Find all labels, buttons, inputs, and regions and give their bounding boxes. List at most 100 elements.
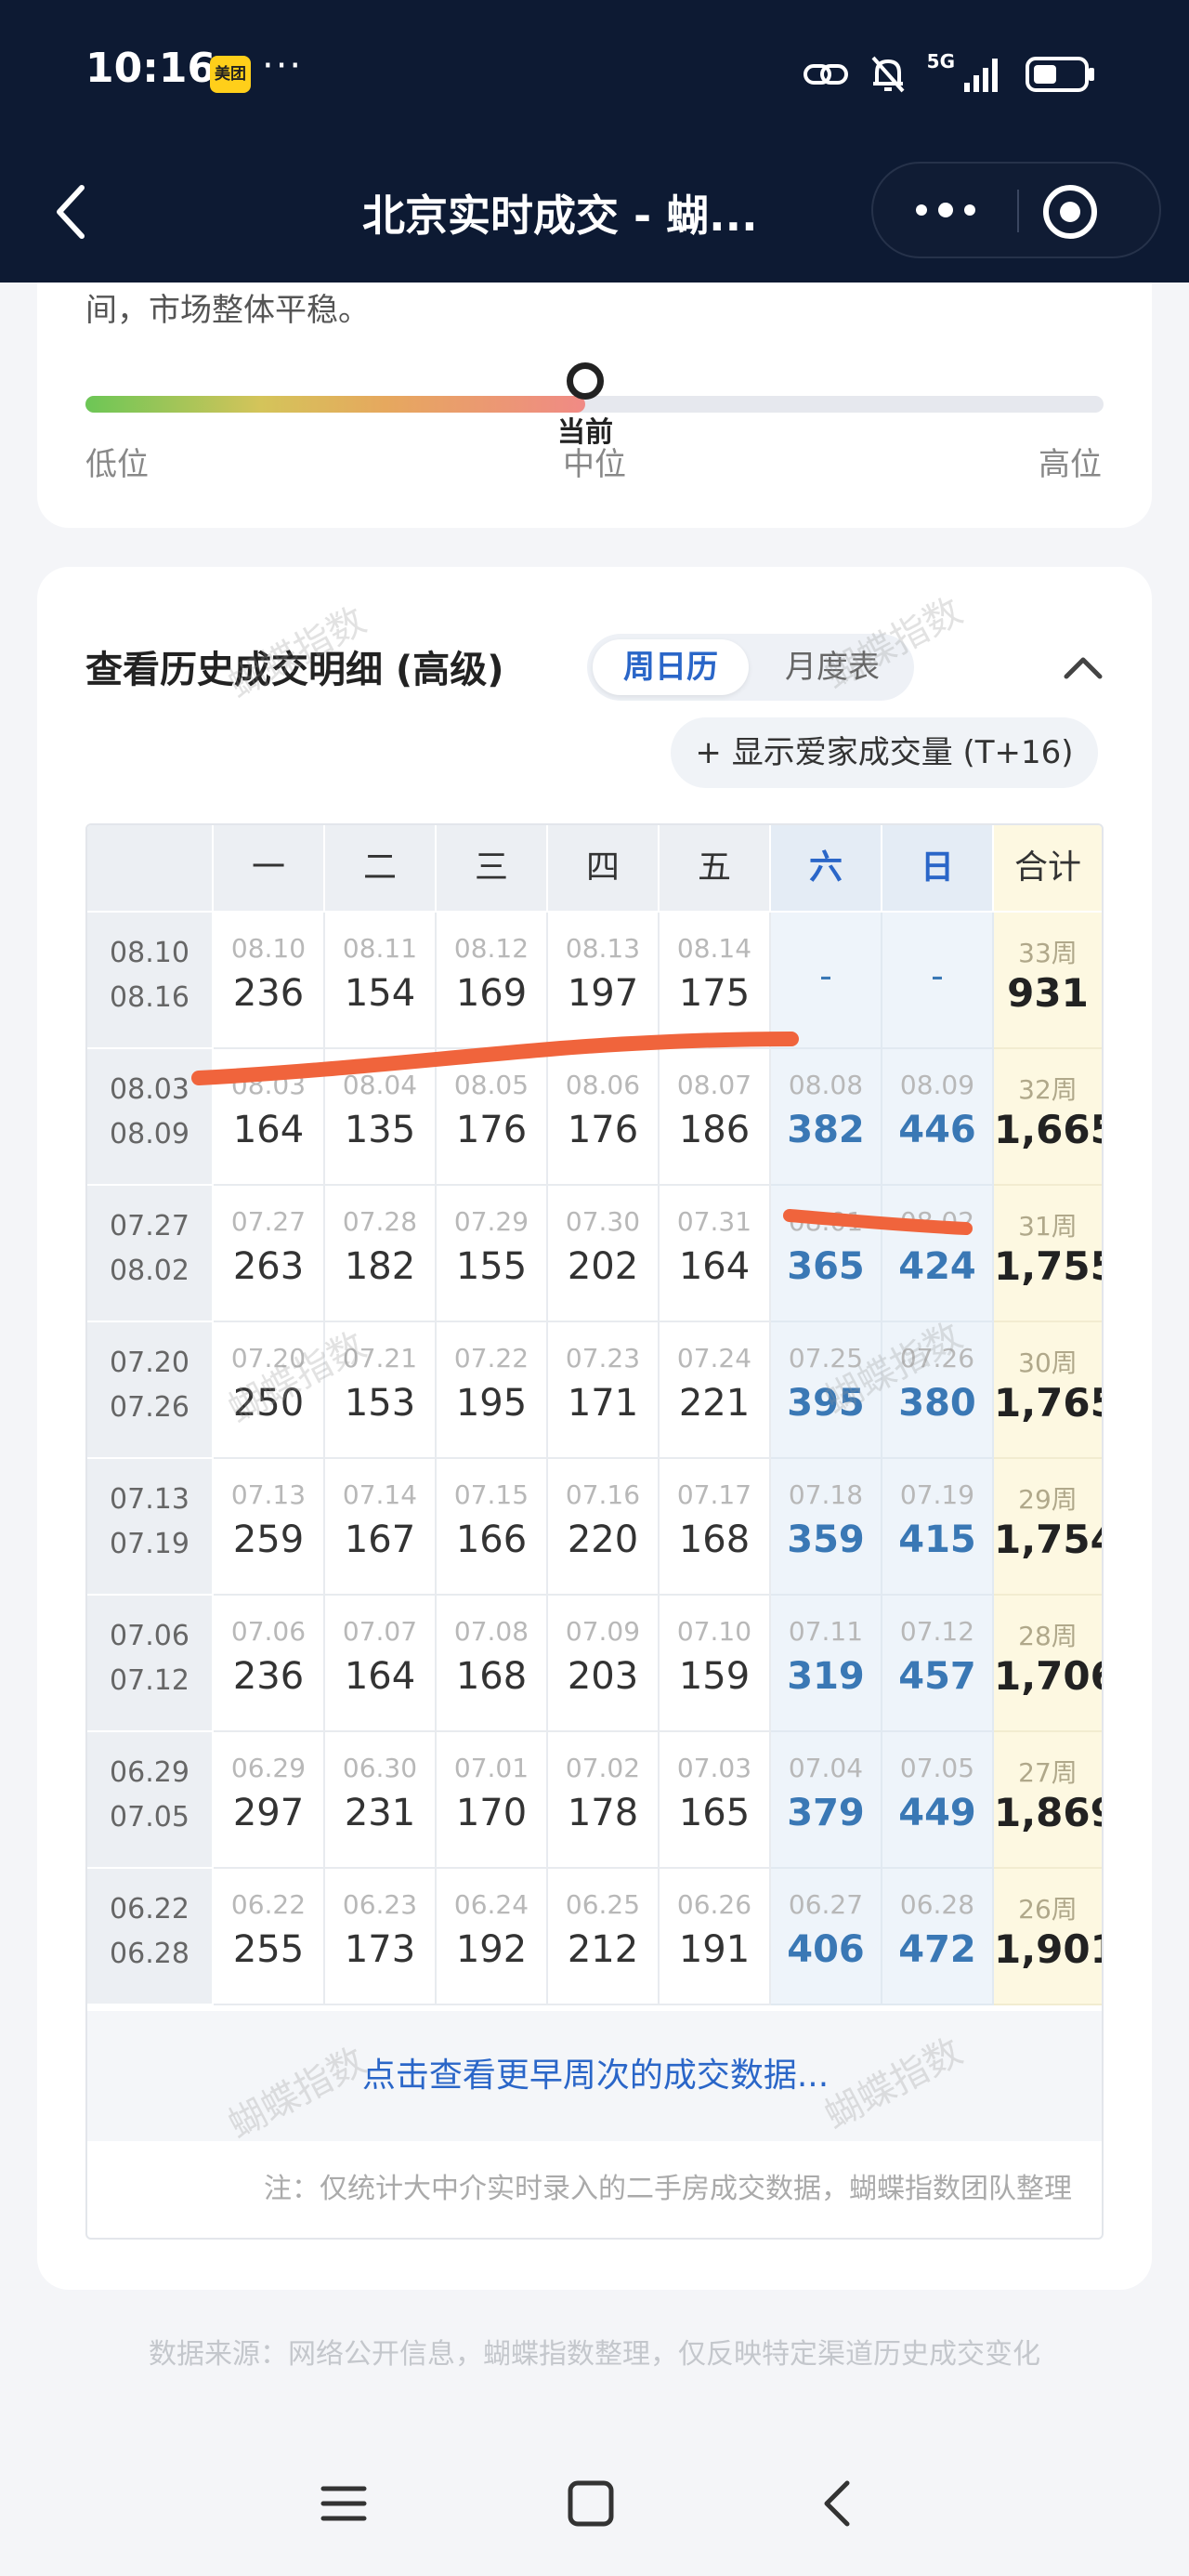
day-cell[interactable]: 07.16 220 bbox=[548, 1459, 660, 1596]
day-cell[interactable]: 08.05 176 bbox=[437, 1049, 548, 1186]
day-cell[interactable]: 07.23 171 bbox=[548, 1322, 660, 1459]
week-range-start: 07.06 bbox=[110, 1620, 189, 1652]
day-date: 08.02 bbox=[899, 1206, 975, 1237]
day-cell[interactable]: 07.05 449 bbox=[882, 1732, 994, 1869]
day-cell[interactable]: 07.18 359 bbox=[771, 1459, 882, 1596]
week-range-start: 07.13 bbox=[110, 1483, 189, 1516]
day-cell[interactable]: 08.12 169 bbox=[437, 913, 548, 1049]
day-cell[interactable]: 08.14 175 bbox=[660, 913, 771, 1049]
day-cell[interactable]: 07.02 178 bbox=[548, 1732, 660, 1869]
market-summary-text: 间，市场整体平稳。 bbox=[85, 292, 370, 329]
day-value-empty: - bbox=[819, 955, 832, 996]
market-level-fill bbox=[85, 396, 585, 413]
day-cell[interactable]: 07.13 259 bbox=[214, 1459, 325, 1596]
day-date: 06.26 bbox=[676, 1889, 752, 1920]
day-cell[interactable]: 06.30 231 bbox=[325, 1732, 437, 1869]
day-cell[interactable]: 06.25 212 bbox=[548, 1869, 660, 2005]
day-date: 07.13 bbox=[230, 1479, 307, 1510]
day-date: 08.09 bbox=[899, 1070, 975, 1100]
day-date: 07.07 bbox=[342, 1616, 418, 1647]
day-cell[interactable]: 07.29 155 bbox=[437, 1186, 548, 1322]
day-cell[interactable]: 07.22 195 bbox=[437, 1322, 548, 1459]
tab-week-calendar[interactable]: 周日历 bbox=[593, 639, 749, 695]
day-cell[interactable]: 07.17 168 bbox=[660, 1459, 771, 1596]
day-date: 07.23 bbox=[565, 1343, 641, 1373]
day-cell[interactable]: 07.31 164 bbox=[660, 1186, 771, 1322]
day-cell[interactable]: 07.21 153 bbox=[325, 1322, 437, 1459]
day-cell[interactable]: 06.24 192 bbox=[437, 1869, 548, 2005]
day-cell[interactable]: 07.12 457 bbox=[882, 1596, 994, 1732]
tab-month-table[interactable]: 月度表 bbox=[754, 639, 910, 695]
day-cell[interactable]: 07.01 170 bbox=[437, 1732, 548, 1869]
day-cell[interactable]: 08.01 365 bbox=[771, 1186, 882, 1322]
show-aijia-volume-button[interactable]: + 显示爱家成交量 (T+16) bbox=[671, 717, 1098, 788]
day-cell[interactable]: 07.25 395 bbox=[771, 1322, 882, 1459]
week-total-cell: 30周1,765 bbox=[994, 1322, 1102, 1459]
week-range-cell: 06.29 07.05 bbox=[87, 1732, 214, 1869]
day-value: 221 bbox=[678, 1382, 751, 1425]
day-cell[interactable]: 08.06 176 bbox=[548, 1049, 660, 1186]
day-cell[interactable]: 08.07 186 bbox=[660, 1049, 771, 1186]
close-mini-program-button[interactable] bbox=[1040, 182, 1100, 242]
day-cell[interactable]: 08.09 446 bbox=[882, 1049, 994, 1186]
day-cell[interactable]: 06.26 191 bbox=[660, 1869, 771, 2005]
day-cell[interactable]: 07.28 182 bbox=[325, 1186, 437, 1322]
day-date: 08.08 bbox=[788, 1070, 864, 1100]
day-cell[interactable]: 07.08 168 bbox=[437, 1596, 548, 1732]
day-cell[interactable]: 07.20 250 bbox=[214, 1322, 325, 1459]
day-cell[interactable]: 06.23 173 bbox=[325, 1869, 437, 2005]
week-total: 931 bbox=[1007, 970, 1089, 1016]
day-cell[interactable]: 08.08 382 bbox=[771, 1049, 882, 1186]
week-range-start: 08.10 bbox=[110, 937, 189, 969]
system-home-button[interactable] bbox=[554, 2466, 628, 2541]
day-cell[interactable]: 07.19 415 bbox=[882, 1459, 994, 1596]
day-cell[interactable]: 08.04 135 bbox=[325, 1049, 437, 1186]
day-cell[interactable]: 07.27 263 bbox=[214, 1186, 325, 1322]
day-date: 08.07 bbox=[676, 1070, 752, 1100]
day-cell[interactable]: 07.30 202 bbox=[548, 1186, 660, 1322]
week-total-cell: 31周1,755 bbox=[994, 1186, 1102, 1322]
day-cell[interactable]: - bbox=[882, 913, 994, 1049]
day-value: 176 bbox=[455, 1109, 528, 1151]
more-dots-icon bbox=[916, 203, 975, 217]
day-cell[interactable]: 07.11 319 bbox=[771, 1596, 882, 1732]
more-menu-button[interactable] bbox=[873, 164, 1017, 256]
day-cell[interactable]: 08.03 164 bbox=[214, 1049, 325, 1186]
signal-icon bbox=[964, 59, 998, 92]
day-cell[interactable]: 06.28 472 bbox=[882, 1869, 994, 2005]
system-back-button[interactable] bbox=[801, 2466, 875, 2541]
day-cell[interactable]: 06.22 255 bbox=[214, 1869, 325, 2005]
day-cell[interactable]: 06.27 406 bbox=[771, 1869, 882, 2005]
week-number: 27周 bbox=[1018, 1757, 1078, 1788]
day-cell[interactable]: 07.04 379 bbox=[771, 1732, 882, 1869]
day-cell[interactable]: 08.10 236 bbox=[214, 913, 325, 1049]
collapse-button[interactable] bbox=[1055, 639, 1111, 695]
day-cell[interactable]: 08.11 154 bbox=[325, 913, 437, 1049]
day-date: 06.30 bbox=[342, 1753, 418, 1783]
table-header-cell: 六 bbox=[771, 825, 882, 913]
day-cell[interactable]: 06.29 297 bbox=[214, 1732, 325, 1869]
load-earlier-weeks-link[interactable]: 点击查看更早周次的成交数据... bbox=[87, 2011, 1102, 2141]
day-cell[interactable]: 07.07 164 bbox=[325, 1596, 437, 1732]
week-range-cell: 08.03 08.09 bbox=[87, 1049, 214, 1186]
day-cell[interactable]: 07.10 159 bbox=[660, 1596, 771, 1732]
day-value: 178 bbox=[567, 1792, 639, 1834]
day-cell[interactable]: 08.13 197 bbox=[548, 913, 660, 1049]
day-value: 263 bbox=[232, 1245, 305, 1288]
day-value: 164 bbox=[232, 1109, 305, 1151]
day-cell[interactable]: 07.06 236 bbox=[214, 1596, 325, 1732]
day-date: 06.27 bbox=[788, 1889, 864, 1920]
day-cell[interactable]: 07.14 167 bbox=[325, 1459, 437, 1596]
system-menu-button[interactable] bbox=[307, 2466, 381, 2541]
day-cell[interactable]: 07.03 165 bbox=[660, 1732, 771, 1869]
day-date: 07.12 bbox=[899, 1616, 975, 1647]
day-cell[interactable]: 07.26 380 bbox=[882, 1322, 994, 1459]
week-range-cell: 07.06 07.12 bbox=[87, 1596, 214, 1732]
week-total: 1,765 bbox=[994, 1380, 1102, 1426]
day-cell[interactable]: 08.02 424 bbox=[882, 1186, 994, 1322]
day-cell[interactable]: 07.09 203 bbox=[548, 1596, 660, 1732]
back-button[interactable] bbox=[48, 177, 95, 247]
day-cell[interactable]: 07.15 166 bbox=[437, 1459, 548, 1596]
day-cell[interactable]: 07.24 221 bbox=[660, 1322, 771, 1459]
day-cell[interactable]: - bbox=[771, 913, 882, 1049]
